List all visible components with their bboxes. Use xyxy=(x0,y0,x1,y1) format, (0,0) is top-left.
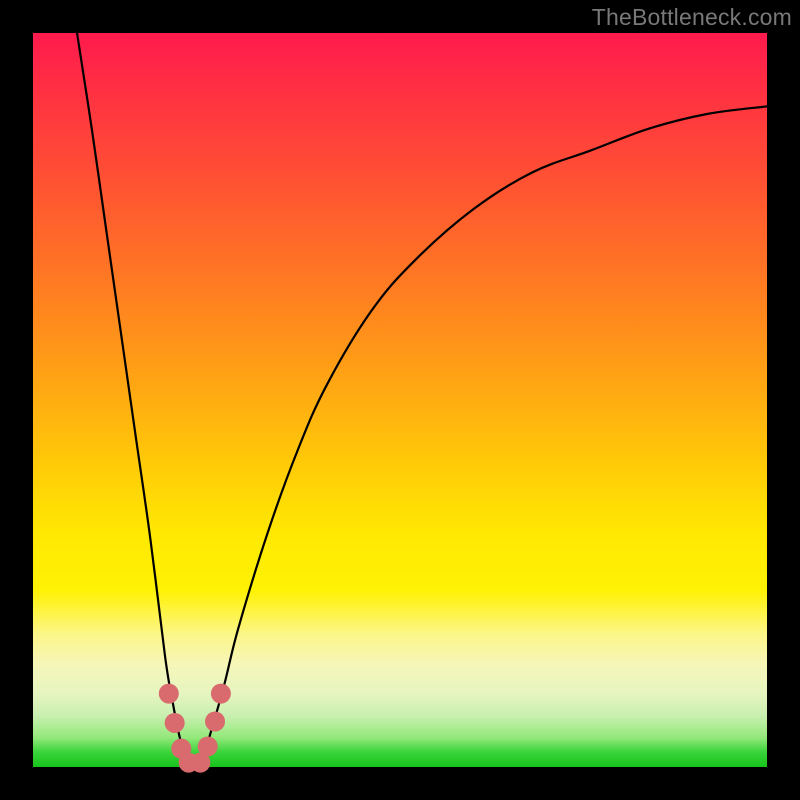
valley-dot xyxy=(198,736,218,756)
valley-dots xyxy=(159,684,231,773)
valley-dot xyxy=(159,684,179,704)
bottleneck-curve xyxy=(77,33,767,767)
chart-frame: TheBottleneck.com xyxy=(0,0,800,800)
valley-dot xyxy=(211,684,231,704)
plot-area xyxy=(33,33,767,767)
valley-dot xyxy=(205,711,225,731)
valley-dot xyxy=(165,713,185,733)
watermark-text: TheBottleneck.com xyxy=(592,4,792,31)
curve-layer xyxy=(33,33,767,767)
